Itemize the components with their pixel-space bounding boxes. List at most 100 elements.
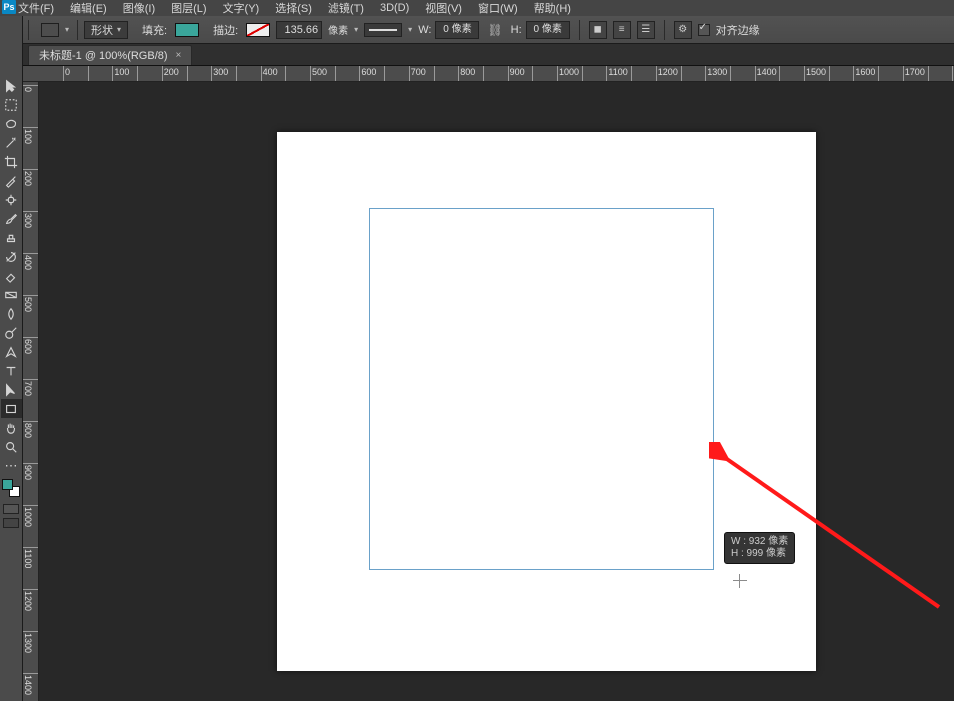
fill-color-swatch[interactable] bbox=[175, 23, 199, 37]
ruler-h-label: 600 bbox=[361, 67, 376, 77]
drawn-rectangle[interactable] bbox=[369, 208, 714, 570]
eraser-tool-icon[interactable] bbox=[1, 266, 22, 285]
link-wh-icon[interactable]: ⛓ bbox=[487, 23, 502, 37]
screen-mode-icon[interactable] bbox=[3, 504, 19, 514]
rectangle-tool-icon[interactable] bbox=[1, 399, 22, 418]
cursor-crosshair bbox=[733, 574, 747, 588]
ruler-h-label: 1100 bbox=[608, 67, 627, 77]
menu-3d[interactable]: 3D(D) bbox=[380, 2, 409, 14]
tooltip-height: H : 999 像素 bbox=[731, 548, 788, 560]
gear-icon[interactable]: ⚙ bbox=[674, 21, 692, 39]
move-tool-icon[interactable] bbox=[1, 76, 22, 95]
zoom-tool-icon[interactable] bbox=[1, 437, 22, 456]
width-field: W: 0 像素 bbox=[418, 21, 479, 39]
stroke-width-input[interactable]: 135.66 bbox=[276, 21, 322, 39]
ruler-h-label: 1700 bbox=[905, 67, 925, 77]
ruler-v-label: 1000 bbox=[23, 507, 39, 527]
workspace[interactable]: W : 932 像素 H : 999 像素 bbox=[39, 82, 954, 701]
chevron-down-icon[interactable]: ▾ bbox=[408, 25, 412, 34]
ruler-v-label: 200 bbox=[23, 171, 39, 186]
menu-image[interactable]: 图像(I) bbox=[123, 0, 155, 16]
document-tab-title: 未标题-1 @ 100%(RGB/8) bbox=[39, 46, 168, 66]
dodge-tool-icon[interactable] bbox=[1, 323, 22, 342]
stroke-color-swatch[interactable] bbox=[246, 23, 270, 37]
ruler-v-label: 900 bbox=[23, 465, 39, 480]
ruler-horizontal[interactable]: 0100200300400500600700800900100011001200… bbox=[23, 66, 954, 82]
pen-tool-icon[interactable] bbox=[1, 342, 22, 361]
options-bar: ▾ 形状 ▾ 填充: 描边: 135.66 像素 ▾ ▾ W: 0 像素 ⛓ H… bbox=[0, 16, 954, 44]
history-brush-tool-icon[interactable] bbox=[1, 247, 22, 266]
menu-window[interactable]: 窗口(W) bbox=[478, 0, 518, 16]
stroke-width-unit: 像素 bbox=[328, 22, 348, 37]
spot-heal-tool-icon[interactable] bbox=[1, 190, 22, 209]
document-tab[interactable]: 未标题-1 @ 100%(RGB/8) × bbox=[28, 45, 192, 65]
ruler-h-label: 100 bbox=[114, 67, 129, 77]
foreground-background-colors[interactable] bbox=[1, 478, 22, 500]
ruler-vertical[interactable]: 0100200300400500600700800900100011001200… bbox=[23, 82, 39, 701]
shape-mode-label: 形状 bbox=[91, 22, 113, 38]
ruler-h-label: 1600 bbox=[855, 67, 875, 77]
quickmask-icon[interactable] bbox=[3, 518, 19, 528]
magic-wand-tool-icon[interactable] bbox=[1, 133, 22, 152]
chevron-down-icon[interactable]: ▾ bbox=[65, 25, 69, 34]
align-edges-label: 对齐边缘 bbox=[716, 22, 760, 38]
ruler-v-label: 1200 bbox=[23, 591, 39, 611]
menu-layer[interactable]: 图层(L) bbox=[171, 0, 206, 16]
eyedropper-tool-icon[interactable] bbox=[1, 171, 22, 190]
menu-help[interactable]: 帮助(H) bbox=[534, 0, 571, 16]
gradient-tool-icon[interactable] bbox=[1, 285, 22, 304]
marquee-tool-icon[interactable] bbox=[1, 95, 22, 114]
brush-tool-icon[interactable] bbox=[1, 209, 22, 228]
app-logo: Ps bbox=[2, 0, 16, 14]
menu-edit[interactable]: 编辑(E) bbox=[70, 0, 107, 16]
type-tool-icon[interactable] bbox=[1, 361, 22, 380]
ruler-v-label: 1100 bbox=[23, 549, 39, 568]
ruler-h-label: 1200 bbox=[658, 67, 678, 77]
path-select-tool-icon[interactable] bbox=[1, 380, 22, 399]
document-tabbar: 未标题-1 @ 100%(RGB/8) × bbox=[0, 44, 954, 66]
crop-tool-icon[interactable] bbox=[1, 152, 22, 171]
align-edges-checkbox[interactable] bbox=[698, 24, 710, 36]
edit-toolbar-icon[interactable]: ⋯ bbox=[1, 456, 22, 475]
ruler-h-label: 500 bbox=[312, 67, 327, 77]
path-arrange-icon[interactable]: ☰ bbox=[637, 21, 655, 39]
shape-mode-dropdown[interactable]: 形状 ▾ bbox=[84, 21, 128, 39]
stroke-style-dropdown[interactable] bbox=[364, 23, 402, 37]
ruler-h-label: 300 bbox=[213, 67, 228, 77]
menu-select[interactable]: 选择(S) bbox=[275, 0, 312, 16]
ruler-h-label: 1400 bbox=[757, 67, 777, 77]
height-input[interactable]: 0 像素 bbox=[526, 21, 570, 39]
blur-tool-icon[interactable] bbox=[1, 304, 22, 323]
path-align-icon[interactable]: ≡ bbox=[613, 21, 631, 39]
tools-panel: ⋯ bbox=[0, 16, 23, 701]
menu-text[interactable]: 文字(Y) bbox=[223, 0, 260, 16]
tool-preset-swatch[interactable] bbox=[41, 23, 59, 37]
dimension-tooltip: W : 932 像素 H : 999 像素 bbox=[724, 532, 795, 564]
ruler-h-label: 800 bbox=[460, 67, 475, 77]
path-operations-icon[interactable]: ◼ bbox=[589, 21, 607, 39]
menu-file[interactable]: 文件(F) bbox=[18, 0, 54, 16]
close-icon[interactable]: × bbox=[176, 46, 182, 66]
menu-view[interactable]: 视图(V) bbox=[425, 0, 462, 16]
canvas[interactable]: W : 932 像素 H : 999 像素 bbox=[277, 132, 816, 671]
ruler-v-label: 1400 bbox=[23, 675, 39, 695]
width-input[interactable]: 0 像素 bbox=[435, 21, 479, 39]
height-label: H: bbox=[511, 24, 522, 36]
ruler-v-label: 800 bbox=[23, 423, 39, 438]
fill-label: 填充: bbox=[142, 22, 167, 38]
chevron-down-icon[interactable]: ▾ bbox=[354, 25, 358, 34]
ruler-v-label: 500 bbox=[23, 297, 39, 312]
tooltip-width: W : 932 像素 bbox=[731, 536, 788, 548]
menu-filter[interactable]: 滤镜(T) bbox=[328, 0, 364, 16]
clone-stamp-tool-icon[interactable] bbox=[1, 228, 22, 247]
lasso-tool-icon[interactable] bbox=[1, 114, 22, 133]
hand-tool-icon[interactable] bbox=[1, 418, 22, 437]
ruler-h-label: 1300 bbox=[707, 67, 727, 77]
ruler-v-label: 0 bbox=[23, 87, 39, 92]
ruler-v-label: 600 bbox=[23, 339, 39, 354]
width-label: W: bbox=[418, 24, 431, 36]
foreground-color-swatch[interactable] bbox=[2, 479, 13, 490]
height-field: H: 0 像素 bbox=[511, 21, 570, 39]
stroke-label: 描边: bbox=[213, 22, 238, 38]
ruler-v-label: 100 bbox=[23, 129, 39, 144]
